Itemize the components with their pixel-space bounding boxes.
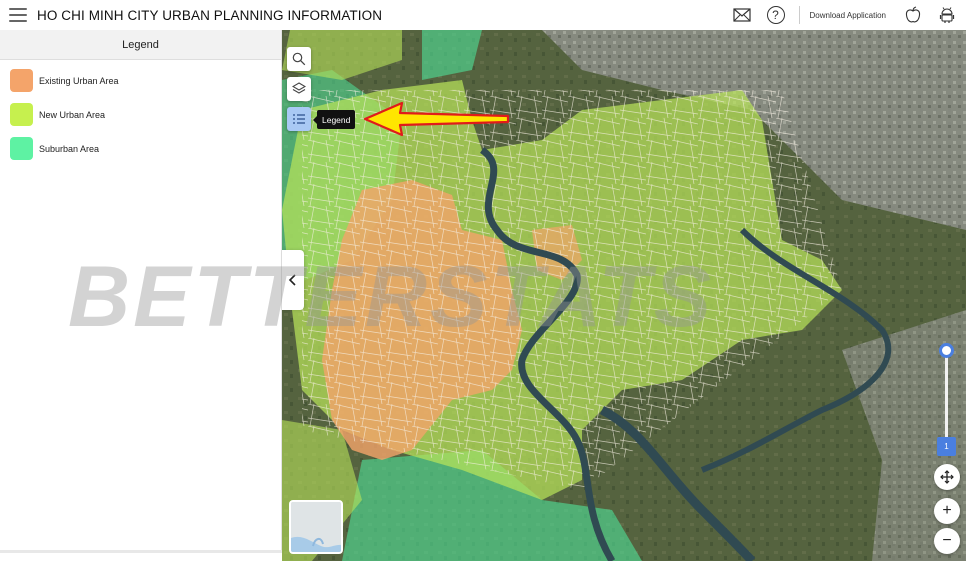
legend-item-suburban: Suburban Area: [10, 137, 271, 160]
pan-button[interactable]: [934, 464, 960, 490]
legend-label: Existing Urban Area: [39, 75, 119, 86]
zoom-out-button[interactable]: −: [934, 528, 960, 554]
zoom-slider-handle[interactable]: [939, 343, 954, 358]
android-icon[interactable]: [936, 4, 958, 26]
header-actions: ? Download Application: [725, 0, 966, 30]
mail-icon[interactable]: [731, 4, 753, 26]
app-header: HO CHI MINH CITY URBAN PLANNING INFORMAT…: [0, 0, 966, 30]
layers-button[interactable]: [287, 77, 311, 101]
legend-list: Existing Urban Area New Urban Area Subur…: [0, 60, 281, 180]
legend-toggle-button[interactable]: [287, 107, 311, 131]
legend-label: Suburban Area: [39, 143, 100, 154]
help-button[interactable]: ?: [765, 4, 787, 26]
search-map-button[interactable]: [287, 47, 311, 71]
page-title: HO CHI MINH CITY URBAN PLANNING INFORMAT…: [37, 7, 383, 23]
legend-swatch: [10, 137, 33, 160]
zoom-in-button[interactable]: +: [934, 498, 960, 524]
layers-icon: [292, 82, 306, 94]
legend-swatch: [10, 103, 33, 126]
search-icon: [292, 52, 306, 66]
apple-icon[interactable]: [902, 4, 924, 26]
legend-list-icon: [293, 114, 305, 124]
minimap-thumbnail: [291, 502, 341, 552]
pointer-arrow: [363, 101, 510, 137]
zoom-level-badge: 1: [937, 437, 956, 456]
move-icon: [940, 470, 954, 484]
legend-item-new-urban: New Urban Area: [10, 103, 271, 126]
sidebar-footer: [0, 550, 282, 553]
download-app-link[interactable]: Download Application: [810, 11, 887, 20]
zoom-slider-track[interactable]: [945, 352, 948, 446]
collapse-sidebar-button[interactable]: [282, 250, 304, 310]
header-divider: [798, 6, 800, 24]
legend-panel-title: Legend: [0, 30, 281, 60]
legend-panel: Legend Existing Urban Area New Urban Are…: [0, 30, 282, 553]
legend-swatch: [10, 69, 33, 92]
help-icon: ?: [766, 6, 785, 24]
chevron-left-icon: [288, 274, 296, 286]
legend-item-existing-urban: Existing Urban Area: [10, 69, 271, 92]
menu-icon[interactable]: [9, 8, 27, 22]
minimap[interactable]: [289, 500, 343, 554]
legend-label: New Urban Area: [39, 109, 106, 120]
legend-tooltip: Legend: [312, 110, 356, 129]
